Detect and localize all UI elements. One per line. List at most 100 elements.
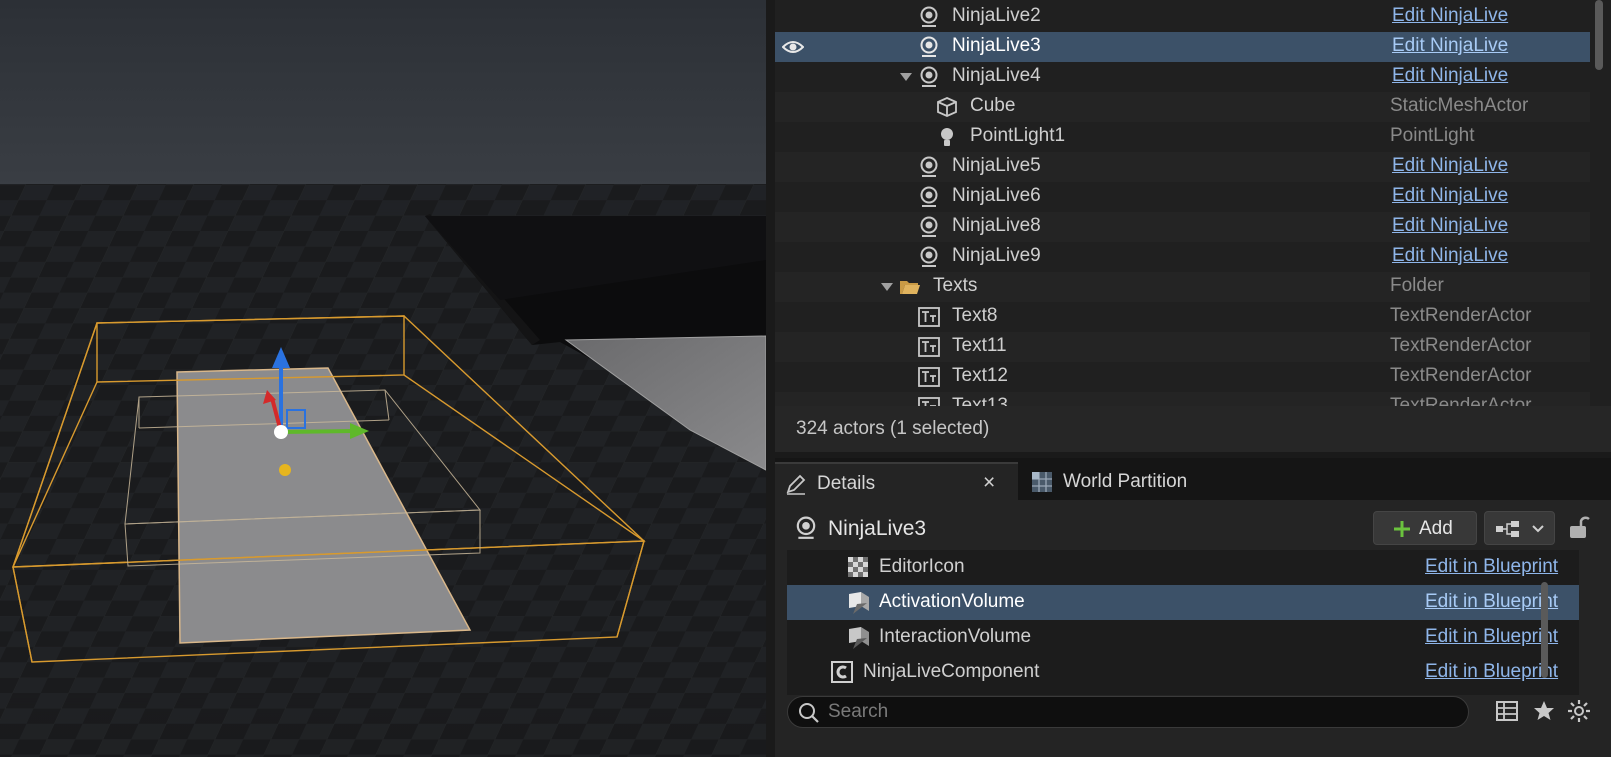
edit-in-blueprint-link[interactable]: Edit in Blueprint: [1425, 661, 1558, 683]
pencil-icon: [786, 474, 806, 495]
outliner-item-name: NinjaLive3: [952, 35, 1041, 56]
details-panel: NinjaLive3 Add EditorIcon Edit in Bluepr…: [775, 500, 1611, 757]
component-row[interactable]: InteractionVolume Edit in Blueprint: [787, 620, 1579, 655]
blueprint-options-dropdown[interactable]: [1484, 511, 1555, 545]
outliner-row[interactable]: Text11 TextRenderActor: [775, 332, 1590, 362]
volume-icon: [849, 627, 869, 649]
outliner-row[interactable]: Text13 TextRenderActor: [775, 392, 1590, 406]
edit-ninjalive-link[interactable]: Edit NinjaLive: [1392, 155, 1508, 177]
ninjalive-actor-icon: [920, 186, 938, 207]
edit-ninjalive-link[interactable]: Edit NinjaLive: [1392, 215, 1508, 237]
component-name: ActivationVolume: [879, 591, 1025, 612]
ninjalive-actor-icon: [920, 156, 938, 177]
edit-in-blueprint-link[interactable]: Edit in Blueprint: [1425, 556, 1558, 578]
level-viewport[interactable]: [0, 0, 766, 757]
tab-details[interactable]: Details ×: [775, 462, 1018, 500]
outliner-item-type: TextRenderActor: [1390, 395, 1532, 406]
sky-background: [0, 0, 766, 190]
volume-icon: [849, 592, 869, 614]
outliner-item-name: NinjaLive4: [952, 65, 1041, 86]
outliner-item-type: PointLight: [1390, 125, 1475, 146]
edit-ninjalive-link[interactable]: Edit NinjaLive: [1392, 65, 1508, 87]
search-input[interactable]: [828, 701, 1428, 723]
point-light-sprite[interactable]: [279, 464, 291, 476]
outliner-item-name: PointLight1: [970, 125, 1066, 146]
selected-actor-name: NinjaLive3: [828, 517, 927, 540]
component-row-selected[interactable]: ActivationVolume Edit in Blueprint: [787, 585, 1579, 620]
outliner-row[interactable]: Cube StaticMeshActor: [775, 92, 1590, 122]
details-search-box[interactable]: [787, 696, 1469, 728]
outliner-row[interactable]: NinjaLive8 Edit NinjaLive: [775, 212, 1590, 242]
component-c-icon: [831, 661, 853, 683]
outliner-scrollbar[interactable]: [1595, 0, 1603, 70]
edit-ninjalive-link[interactable]: Edit NinjaLive: [1392, 245, 1508, 267]
billboard-icon: [848, 557, 868, 577]
outliner-item-name: Text11: [952, 335, 1007, 356]
outliner-item-name: NinjaLive8: [952, 215, 1041, 236]
ninjalive-actor-icon: [796, 516, 816, 539]
edit-ninjalive-link[interactable]: Edit NinjaLive: [1392, 35, 1508, 57]
star-icon[interactable]: [1532, 699, 1556, 723]
panel-tab-bar: Details × World Partition: [775, 458, 1611, 500]
gear-icon[interactable]: [1567, 699, 1591, 723]
world-partition-icon: [1032, 472, 1052, 492]
eye-icon[interactable]: [782, 37, 804, 57]
outliner-row[interactable]: NinjaLive2 Edit NinjaLive: [775, 2, 1590, 32]
outliner-row-folder[interactable]: Texts Folder: [775, 272, 1590, 302]
ninjalive-actor-icon: [920, 6, 938, 27]
plus-icon: [1394, 521, 1410, 537]
outliner-item-name: NinjaLive2: [952, 5, 1041, 26]
edit-ninjalive-link[interactable]: Edit NinjaLive: [1392, 185, 1508, 207]
component-tree-scrollbar[interactable]: [1541, 582, 1548, 678]
outliner-item-type: TextRenderActor: [1390, 335, 1532, 356]
ninjalive-actor-icon: [920, 216, 938, 237]
outliner-row[interactable]: NinjaLive9 Edit NinjaLive: [775, 242, 1590, 272]
text-render-icon: [918, 307, 940, 327]
outliner-item-name: Text12: [952, 365, 1008, 386]
outliner-item-name: NinjaLive9: [952, 245, 1041, 266]
component-row[interactable]: EditorIcon Edit in Blueprint: [787, 550, 1579, 585]
component-row[interactable]: NinjaLiveComponent Edit in Blueprint: [787, 655, 1579, 690]
outliner-row[interactable]: Text12 TextRenderActor: [775, 362, 1590, 392]
text-render-icon: [918, 397, 940, 406]
outliner-item-type: StaticMeshActor: [1390, 95, 1529, 116]
outliner-row[interactable]: NinjaLive4 Edit NinjaLive: [775, 62, 1590, 92]
chevron-down-icon[interactable]: [880, 281, 894, 293]
table-view-icon[interactable]: [1495, 699, 1519, 723]
outliner-item-type: Folder: [1390, 275, 1444, 296]
outliner-item-name: Text13: [952, 395, 1008, 406]
component-name: InteractionVolume: [879, 626, 1032, 647]
static-mesh-icon: [937, 97, 957, 117]
tab-world-partition-label: World Partition: [1063, 471, 1188, 492]
actor-count-label: 324 actors (1 selected): [796, 418, 990, 439]
outliner-item-name: Text8: [952, 305, 998, 326]
text-render-icon: [918, 337, 940, 357]
edit-ninjalive-link[interactable]: Edit NinjaLive: [1392, 5, 1508, 27]
outliner-folder-name: Texts: [933, 275, 978, 296]
ninjalive-actor-icon: [920, 246, 938, 267]
edit-in-blueprint-link[interactable]: Edit in Blueprint: [1425, 591, 1558, 613]
chevron-down-icon: [1532, 525, 1544, 533]
outliner-item-type: TextRenderActor: [1390, 305, 1532, 326]
outliner-row[interactable]: Text8 TextRenderActor: [775, 302, 1590, 332]
edit-in-blueprint-link[interactable]: Edit in Blueprint: [1425, 626, 1558, 648]
chevron-down-icon[interactable]: [899, 71, 913, 83]
panel-splitter[interactable]: [766, 0, 775, 757]
ninjalive-actor-icon: [920, 66, 938, 87]
outliner-item-name: NinjaLive6: [952, 185, 1041, 206]
world-outliner: NinjaLive2 Edit NinjaLive NinjaLive3 Edi…: [775, 0, 1611, 406]
outliner-row[interactable]: PointLight1 PointLight: [775, 122, 1590, 152]
close-icon[interactable]: ×: [983, 471, 995, 495]
outliner-row[interactable]: NinjaLive6 Edit NinjaLive: [775, 182, 1590, 212]
add-button-label: Add: [1419, 518, 1453, 539]
component-tree: EditorIcon Edit in Blueprint ActivationV…: [787, 550, 1579, 695]
outliner-row[interactable]: NinjaLive5 Edit NinjaLive: [775, 152, 1590, 182]
unlock-icon[interactable]: [1568, 515, 1590, 539]
hierarchy-icon: [1496, 521, 1519, 537]
outliner-item-type: TextRenderActor: [1390, 365, 1532, 386]
tab-details-label: Details: [817, 473, 876, 494]
add-component-button[interactable]: Add: [1373, 511, 1477, 545]
outliner-row-selected[interactable]: NinjaLive3 Edit NinjaLive: [775, 32, 1590, 62]
tab-world-partition[interactable]: World Partition: [1021, 462, 1261, 500]
text-render-icon: [918, 367, 940, 387]
